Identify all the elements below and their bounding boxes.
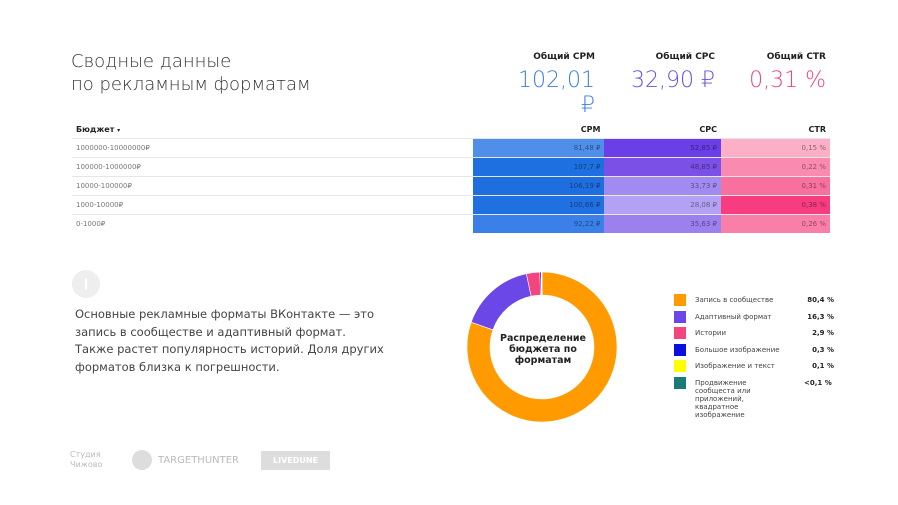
legend-value: 16,3 % xyxy=(807,312,834,321)
ctr-cell: 0,38 % xyxy=(721,194,830,214)
targethunter-icon xyxy=(132,450,152,470)
legend-swatch xyxy=(674,310,686,323)
cpm-cell: 100,66 ₽ xyxy=(473,194,605,214)
legend-label: Адаптивный формат xyxy=(695,312,772,321)
ctr-cell: 0,22 % xyxy=(721,156,830,176)
kpi-label: Общий CTR xyxy=(766,52,826,62)
donut-slice xyxy=(470,273,532,331)
cpc-cell: 52,85 ₽ xyxy=(604,137,721,157)
budget-table: Бюджет ▾ CPM CPC CTR 1000000-10000000₽ 81… xyxy=(72,122,830,233)
info-text: Основные рекламные форматы ВКонтакте — э… xyxy=(75,307,384,374)
legend-item: Большое изображение 0,3 % xyxy=(674,343,834,361)
info-icon xyxy=(72,270,100,298)
title-line-2: по рекламным форматам xyxy=(71,74,311,95)
legend-value: 0,3 % xyxy=(812,345,834,354)
budget-header-label: Бюджет xyxy=(76,125,115,135)
kpi-value: 102,01 ₽ xyxy=(518,68,595,118)
ctr-cell: 0,26 % xyxy=(721,213,830,233)
legend-label: Большое изображение xyxy=(695,345,780,354)
legend-item: Изображение и текст 0,1 % xyxy=(674,360,834,377)
ctr-cell: 0,15 % xyxy=(721,137,830,157)
budget-cell: 100000-1000000₽ xyxy=(72,156,473,176)
legend-swatch xyxy=(674,376,686,389)
cpc-cell: 48,85 ₽ xyxy=(604,156,721,176)
cpc-header: CPC xyxy=(699,125,717,135)
legend-swatch xyxy=(674,360,686,372)
kpi-cpm: Общий CPM 102,01 ₽ xyxy=(500,52,595,118)
legend-label: Запись в сообществе xyxy=(695,296,774,304)
title-line-1: Сводные данные xyxy=(71,51,232,72)
cpm-cell: 107,7 ₽ xyxy=(473,156,605,176)
cpm-cell: 106,19 ₽ xyxy=(473,175,605,195)
legend-item: Продвижение сообщеста или приложений, кв… xyxy=(674,376,834,419)
kpi-value: 32,90 ₽ xyxy=(631,68,715,93)
kpi-cpc: Общий CPC 32,90 ₽ xyxy=(620,52,715,93)
legend-label: Изображение и текст xyxy=(695,362,775,370)
cpm-cell: 92,22 ₽ xyxy=(473,213,605,233)
legend-value: <0,1 % xyxy=(804,378,832,387)
kpi-ctr: Общий CTR 0,31 % xyxy=(730,52,826,93)
budget-cell: 10000-100000₽ xyxy=(72,175,473,195)
legend-label: Продвижение сообщеста или приложений, кв… xyxy=(695,378,751,419)
budget-cell: 0-1000₽ xyxy=(72,213,473,233)
legend-swatch xyxy=(674,327,686,339)
legend-item: Адаптивный формат 16,3 % xyxy=(674,310,834,328)
table-row: 10000-100000₽ 106,19 ₽33,73 ₽0,31 % xyxy=(72,175,830,195)
kpi-value: 0,31 % xyxy=(749,68,826,93)
targethunter-text: TARGETHUNTER xyxy=(158,454,239,466)
targethunter-logo: TARGETHUNTER xyxy=(132,450,239,470)
legend-label: Истории xyxy=(695,329,726,337)
legend-value: 0,1 % xyxy=(812,362,834,370)
cpm-cell: 81,48 ₽ xyxy=(473,137,605,157)
donut-legend: Запись в сообществе 80,4 % Адаптивный форм… xyxy=(674,294,834,419)
cpm-header: CPM xyxy=(580,125,601,135)
livedune-logo: LIVEDUNE xyxy=(261,450,331,470)
legend-value: 80,4 % xyxy=(807,296,834,304)
ctr-header: CTR xyxy=(808,125,827,135)
legend-value: 2,9 % xyxy=(812,329,834,337)
budget-cell: 1000-10000₽ xyxy=(72,194,473,214)
legend-item: Запись в сообществе 80,4 % xyxy=(674,294,834,311)
studio-logo: Студия Чижово xyxy=(70,450,103,469)
ctr-cell: 0,31 % xyxy=(721,175,830,195)
page-title: Сводные данные по рекламным форматам xyxy=(71,50,311,96)
sort-icon[interactable]: ▾ xyxy=(117,127,120,134)
cpc-cell: 28,08 ₽ xyxy=(604,194,721,214)
footer-logos: Студия Чижово TARGETHUNTER LIVEDUNE xyxy=(70,450,331,470)
cpc-cell: 33,73 ₽ xyxy=(604,175,721,195)
kpi-label: Общий CPC xyxy=(655,52,715,62)
table-row: 0-1000₽ 92,22 ₽35,63 ₽0,26 % xyxy=(72,213,830,233)
legend-swatch xyxy=(674,343,686,356)
table-row: 1000000-10000000₽ 81,48 ₽52,85 ₽0,15 % xyxy=(72,137,830,157)
legend-swatch xyxy=(674,294,686,306)
legend-item: Истории 2,9 % xyxy=(674,327,834,344)
table-row: 100000-1000000₽ 107,7 ₽48,85 ₽0,22 % xyxy=(72,156,830,176)
table-row: 1000-10000₽ 100,66 ₽28,08 ₽0,38 % xyxy=(72,194,830,214)
kpi-label: Общий CPM xyxy=(533,52,595,62)
budget-cell: 1000000-10000000₽ xyxy=(72,137,473,157)
cpc-cell: 35,63 ₽ xyxy=(604,213,721,233)
donut-center-label: Распределение бюджета по форматам xyxy=(500,333,586,366)
budget-header[interactable]: Бюджет ▾ xyxy=(72,122,473,138)
